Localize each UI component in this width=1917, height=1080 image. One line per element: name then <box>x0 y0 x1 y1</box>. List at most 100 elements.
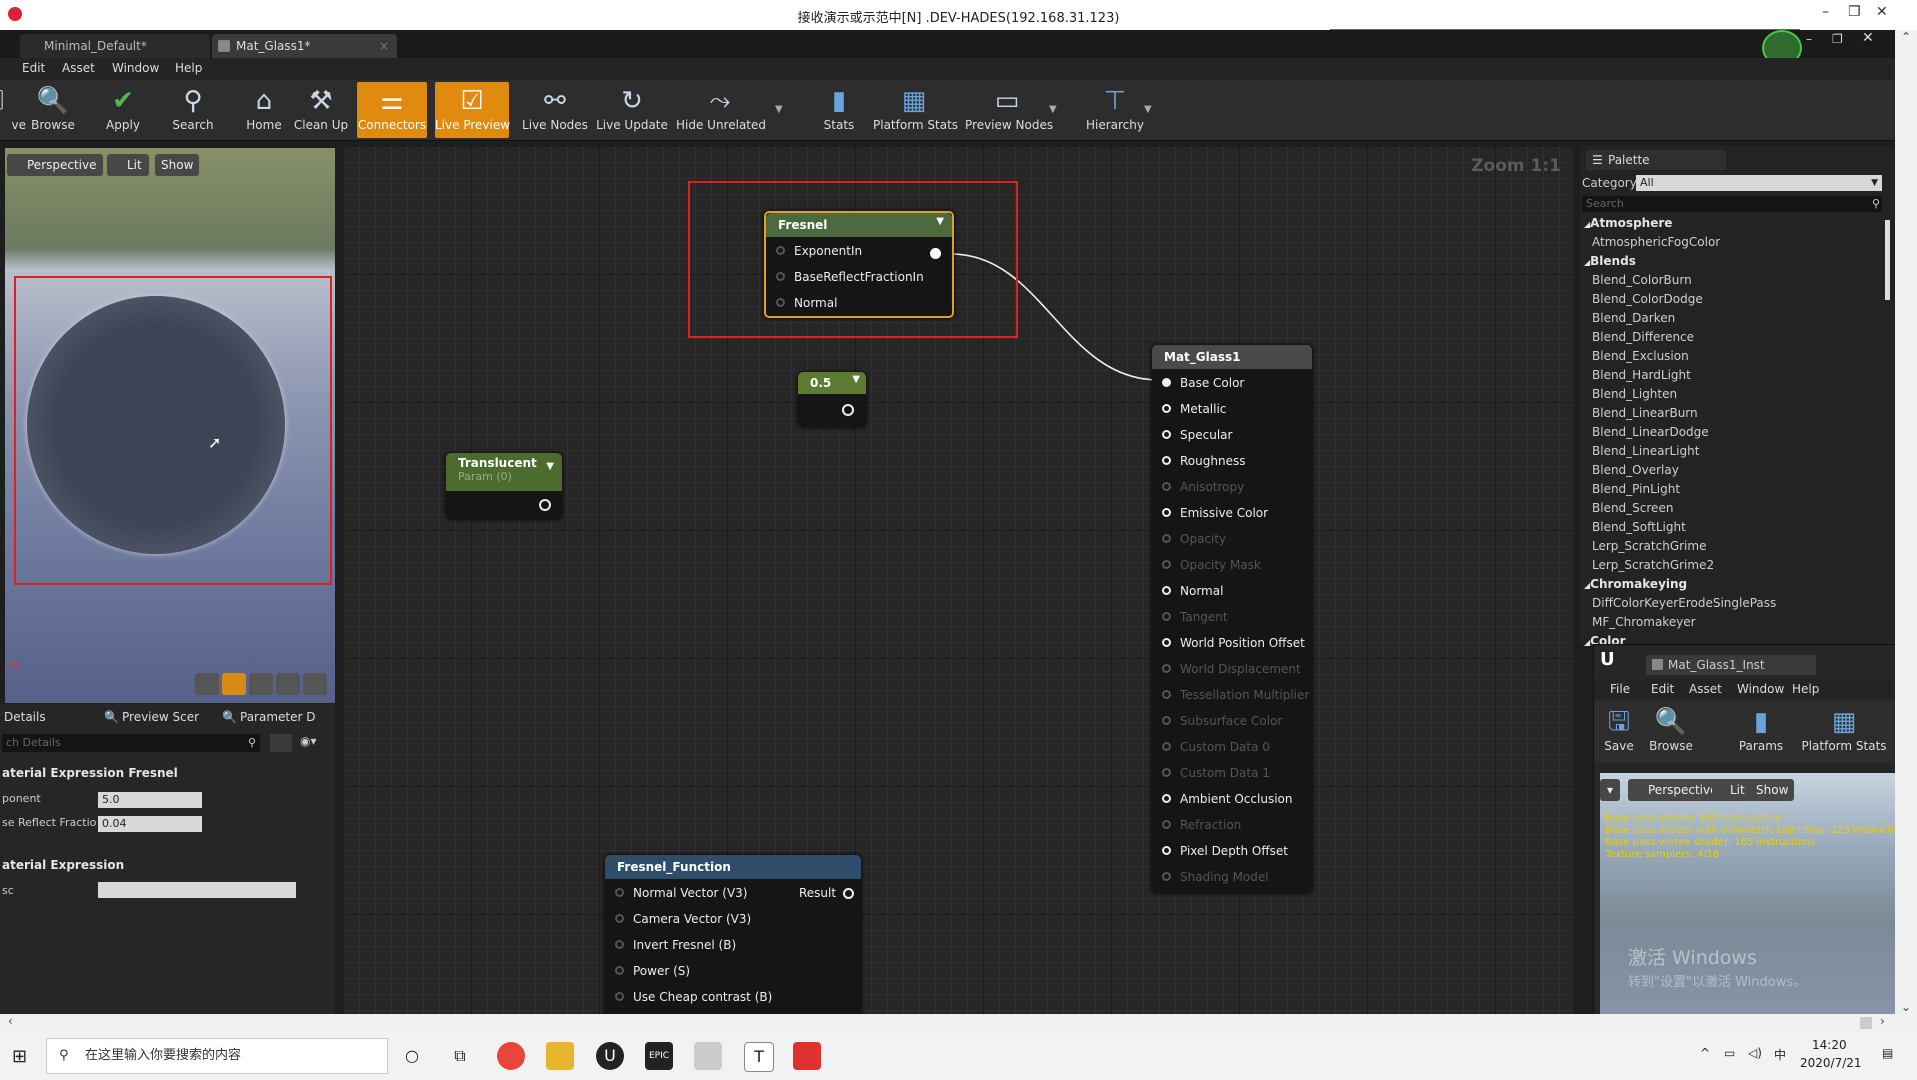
pin-power[interactable]: Power (S) <box>615 961 690 981</box>
scroll-up-icon[interactable]: ⌃ <box>1901 30 1911 44</box>
preview-nodes-button[interactable]: ▭ Preview Nodes <box>965 82 1053 138</box>
tab-details[interactable]: Details <box>4 710 46 724</box>
section-header-expression[interactable]: aterial Expression <box>2 858 124 872</box>
palette-item[interactable]: Blend_ColorBurn <box>1592 273 1692 287</box>
perspective-button[interactable]: Perspective <box>7 154 103 176</box>
windows-start-icon[interactable]: ⊞ <box>12 1046 27 1067</box>
pin-opacity[interactable]: Opacity <box>1162 529 1226 549</box>
pin-specular[interactable]: Specular <box>1162 425 1232 445</box>
params-button[interactable]: ▮ Params <box>1734 703 1788 759</box>
unreal-engine-icon[interactable]: U <box>596 1042 624 1070</box>
clean-up-button[interactable]: ⚒ Clean Up <box>288 82 354 138</box>
platform-stats-button[interactable]: ▦ Platform Stats <box>873 82 958 138</box>
clock-date[interactable]: 2020/7/21 <box>1800 1056 1862 1070</box>
palette-item[interactable]: Lerp_ScratchGrime2 <box>1592 558 1714 572</box>
cylinder-icon[interactable] <box>195 673 219 695</box>
preview-nodes-dropdown-icon[interactable]: ▼ <box>1049 104 1057 115</box>
collapse-arrow-icon[interactable]: ▼ <box>852 374 860 385</box>
hierarchy-button[interactable]: ⊤ Hierarchy <box>1082 82 1148 138</box>
pin-roughness[interactable]: Roughness <box>1162 451 1245 471</box>
material-preview-viewport[interactable]: Perspective Lit Show ➚ ✕ <box>5 148 335 703</box>
desc-field[interactable] <box>98 882 296 898</box>
plane-icon[interactable] <box>249 673 273 695</box>
pin-invert-fresnel[interactable]: Invert Fresnel (B) <box>615 935 736 955</box>
browse-button[interactable]: 🔍 Browse <box>20 82 86 138</box>
task-view-icon[interactable]: ⧉ <box>446 1042 474 1070</box>
hide-unrelated-button[interactable]: ⤳ Hide Unrelated <box>676 82 766 138</box>
volume-icon[interactable]: ◁) <box>1748 1046 1762 1060</box>
output-pin[interactable] <box>930 248 941 259</box>
visibility-eye-icon[interactable]: ◉▾ <box>300 734 317 748</box>
pin-ambient-occlusion[interactable]: Ambient Occlusion <box>1162 789 1292 809</box>
scroll-thumb[interactable] <box>1860 1017 1872 1029</box>
sphere-icon[interactable] <box>222 673 246 695</box>
live-nodes-button[interactable]: ⚯ Live Nodes <box>520 82 590 138</box>
pin-emissive-color[interactable]: Emissive Color <box>1162 503 1268 523</box>
palette-item[interactable]: DiffColorKeyerErodeSinglePass <box>1592 596 1776 610</box>
pin-tangent[interactable]: Tangent <box>1162 607 1228 627</box>
pin-camera-vector[interactable]: Camera Vector (V3) <box>615 909 751 929</box>
fresnel-function-node[interactable]: Fresnel_Function Normal Vector (V3) Came… <box>605 855 861 1014</box>
hide-unrelated-dropdown-icon[interactable]: ▼ <box>775 104 783 115</box>
tab-parameter-defaults[interactable]: 🔍 Parameter D <box>222 710 316 724</box>
collapse-arrow-icon[interactable]: ▼ <box>546 461 554 472</box>
viewport-options-icon[interactable]: ▾ <box>1600 779 1620 801</box>
tab-mat-glass1[interactable]: Mat_Glass1* × <box>212 34 397 58</box>
file-explorer-icon[interactable] <box>546 1042 574 1070</box>
menu-file[interactable]: File <box>1610 682 1630 696</box>
pin-normal-vector[interactable]: Normal Vector (V3) <box>615 883 748 903</box>
ime-indicator[interactable]: 中 <box>1774 1046 1786 1063</box>
ue-window-minimize-icon[interactable]: – <box>1806 32 1812 46</box>
horizontal-scrollbar[interactable]: ‹ › <box>0 1014 1895 1032</box>
menu-edit[interactable]: Edit <box>22 61 45 75</box>
pin-custom-data-1[interactable]: Custom Data 1 <box>1162 763 1270 783</box>
teapot-icon[interactable] <box>303 673 327 695</box>
menu-asset[interactable]: Asset <box>62 61 95 75</box>
palette-item[interactable]: Blend_ColorDodge <box>1592 292 1703 306</box>
palette-item[interactable]: Blend_Difference <box>1592 330 1694 344</box>
minimize-button[interactable]: – <box>1822 4 1829 20</box>
menu-help[interactable]: Help <box>1792 682 1819 696</box>
palette-item[interactable]: Blend_Screen <box>1592 501 1673 515</box>
palette-item[interactable]: Blend_SoftLight <box>1592 520 1686 534</box>
pin-use-cheap-contrast[interactable]: Use Cheap contrast (B) <box>615 987 772 1007</box>
taskbar-search-box[interactable]: ⚲ 在这里输入你要搜索的内容 <box>46 1038 388 1074</box>
lit-button[interactable]: Lit <box>107 154 149 176</box>
hierarchy-dropdown-icon[interactable]: ▼ <box>1144 104 1152 115</box>
chrome-icon[interactable] <box>497 1042 525 1070</box>
view-options-icon[interactable] <box>270 734 292 752</box>
material-graph[interactable]: Zoom 1:1 Fresnel ▼ ExponentIn BaseReflec… <box>343 146 1573 1014</box>
tray-up-arrow-icon[interactable]: ^ <box>1700 1046 1710 1060</box>
platform-stats-button[interactable]: ▦ Platform Stats <box>1798 703 1890 759</box>
browse-button[interactable]: 🔍 Browse <box>1644 703 1698 759</box>
pin-refraction[interactable]: Refraction <box>1162 815 1241 835</box>
ue-window-close-icon[interactable]: ✕ <box>1862 30 1874 46</box>
palette-category[interactable]: ◢Blends <box>1584 254 1636 268</box>
menu-window[interactable]: Window <box>1737 682 1784 696</box>
cube-icon[interactable] <box>276 673 300 695</box>
scroll-left-icon[interactable]: ‹ <box>8 1014 13 1028</box>
pin-anisotropy[interactable]: Anisotropy <box>1162 477 1244 497</box>
remote-desktop-icon[interactable] <box>694 1042 722 1070</box>
pin-tessellation-multiplier[interactable]: Tessellation Multiplier <box>1162 685 1309 705</box>
ue-window-restore-icon[interactable]: ❐ <box>1832 32 1843 46</box>
palette-item[interactable]: Blend_HardLight <box>1592 368 1691 382</box>
output-pin[interactable] <box>539 499 551 511</box>
search-button[interactable]: ⚲ Search <box>160 82 226 138</box>
vertical-scrollbar[interactable]: ⌃ ⌄ <box>1895 30 1917 1032</box>
material-result-node[interactable]: Mat_Glass1 Base Color Metallic Specular Rou… <box>1152 345 1312 893</box>
palette-item[interactable]: Blend_Exclusion <box>1592 349 1689 363</box>
palette-search-input[interactable]: Search ⚲ <box>1582 196 1882 212</box>
show-button[interactable]: Show <box>155 154 200 176</box>
scroll-right-icon[interactable]: › <box>1880 1014 1885 1028</box>
clock-time[interactable]: 14:20 <box>1812 1038 1847 1052</box>
palette-category[interactable]: ◢Atmosphere <box>1584 216 1672 230</box>
tab-minimal-default[interactable]: Minimal_Default* <box>20 34 210 58</box>
pin-base-color[interactable]: Base Color <box>1162 373 1244 393</box>
translucent-param-node[interactable]: Translucent Param (0) ▼ <box>446 453 562 519</box>
apply-button[interactable]: ✔ Apply <box>90 82 156 138</box>
recording-app-icon[interactable] <box>793 1042 821 1070</box>
menu-asset[interactable]: Asset <box>1689 682 1722 696</box>
result-output-pin[interactable]: Result <box>799 883 855 903</box>
connectors-button[interactable]: ⚌ Connectors <box>357 82 427 138</box>
